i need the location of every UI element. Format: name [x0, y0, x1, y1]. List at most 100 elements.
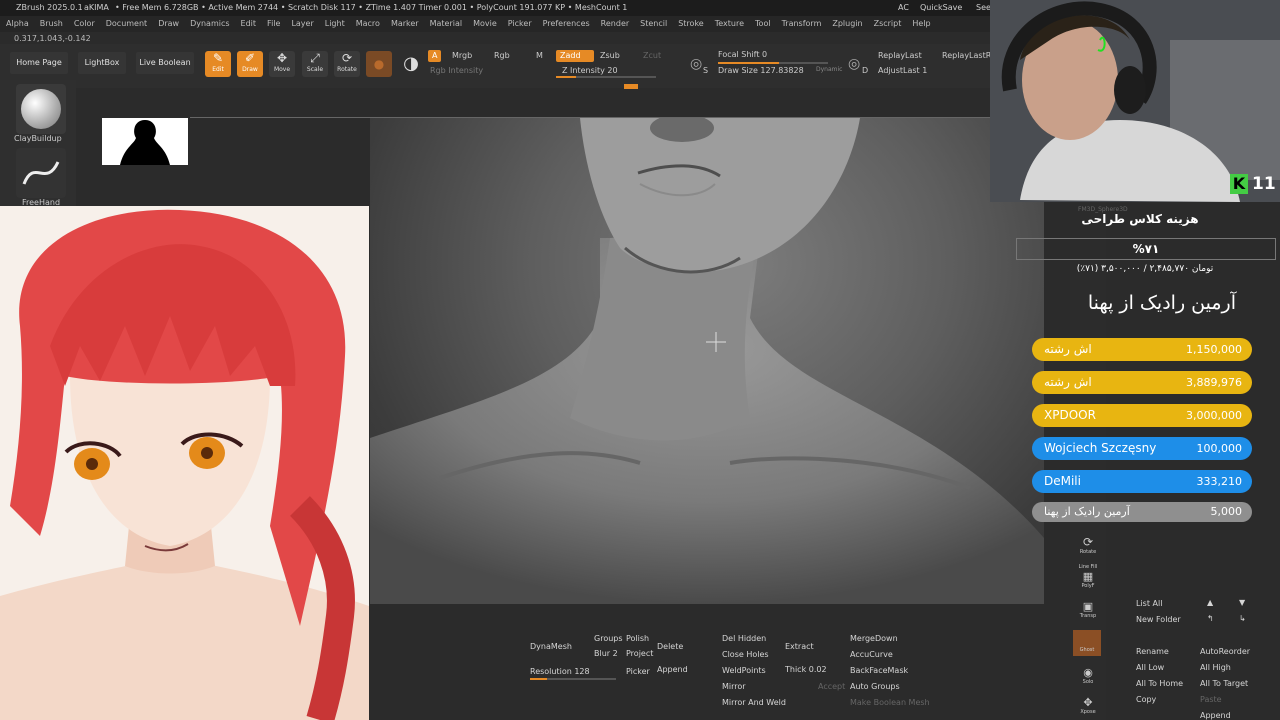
transp-shelf-button[interactable]: ▣ Transp [1076, 600, 1100, 619]
freehand-stroke[interactable] [16, 148, 66, 198]
resolution-slider[interactable]: Resolution 128 [530, 667, 590, 676]
accucurve-button[interactable]: AccuCurve [850, 650, 893, 659]
append-button[interactable]: Append [657, 665, 688, 674]
z-intensity-slider[interactable]: Z Intensity 20 [562, 66, 618, 75]
mirror-and-weld-button[interactable]: Mirror And Weld [722, 698, 786, 707]
close-holes-button[interactable]: Close Holes [722, 650, 769, 659]
zcut-toggle[interactable]: Zcut [643, 51, 661, 60]
paste-button[interactable]: Paste [1200, 695, 1222, 704]
menu-item[interactable]: Marker [385, 16, 424, 32]
groups-toggle[interactable]: Groups [594, 634, 623, 643]
menu-item[interactable]: Preferences [537, 16, 595, 32]
menu-item[interactable]: Layer [285, 16, 318, 32]
menu-item[interactable]: Color [68, 16, 100, 32]
autoreorder-button[interactable]: AutoReorder [1200, 647, 1250, 656]
scale-button[interactable]: ⤢ Scale [302, 51, 328, 77]
resolution-track[interactable] [530, 678, 616, 680]
menu-item[interactable]: File [261, 16, 285, 32]
menu-item[interactable]: Macro [350, 16, 385, 32]
mergedown-button[interactable]: MergeDown [850, 634, 898, 643]
material-swatch[interactable]: ● [366, 51, 392, 77]
see-button[interactable]: See [976, 0, 991, 16]
m-toggle[interactable]: M [536, 51, 543, 60]
weldpoints-button[interactable]: WeldPoints [722, 666, 766, 675]
menu-item[interactable]: Brush [34, 16, 68, 32]
sculpt-canvas[interactable] [370, 118, 1044, 604]
live-boolean-button[interactable]: Live Boolean [136, 52, 194, 74]
edit-button[interactable]: ✎ Edit [205, 51, 231, 77]
linefill-shelf-button[interactable]: Line Fill ▦ PolyF [1074, 564, 1102, 589]
menu-item[interactable]: Stroke [672, 16, 709, 32]
lightbox-button[interactable]: LightBox [78, 52, 126, 74]
solo-shelf-button[interactable]: ◉ Solo [1076, 666, 1100, 685]
slider-handle[interactable] [624, 84, 638, 89]
rgb-intensity-slider[interactable]: Rgb Intensity [430, 66, 483, 75]
menu-item[interactable]: Material [424, 16, 468, 32]
arrow-forward-icon[interactable]: ↳ [1239, 614, 1246, 623]
adjustlast-slider[interactable]: AdjustLast 1 [878, 66, 927, 75]
polish-toggle[interactable]: Polish [626, 634, 649, 643]
all-low-button[interactable]: All Low [1136, 663, 1164, 672]
arrow-back-icon[interactable]: ↰ [1207, 614, 1214, 623]
move-button[interactable]: ✥ Move [269, 51, 295, 77]
arrow-down-icon[interactable]: ▼ [1239, 598, 1245, 607]
menu-item[interactable]: Transform [776, 16, 827, 32]
menu-item[interactable]: Dynamics [184, 16, 234, 32]
auto-groups-button[interactable]: Auto Groups [850, 682, 900, 691]
extract-button[interactable]: Extract [785, 642, 814, 651]
copy-button[interactable]: Copy [1136, 695, 1156, 704]
new-folder-button[interactable]: New Folder [1136, 615, 1181, 624]
menu-item[interactable]: Tool [749, 16, 776, 32]
zsub-toggle[interactable]: Zsub [600, 51, 620, 60]
texture-swatch[interactable]: ◑ [398, 51, 424, 77]
make-boolean-mesh-button[interactable]: Make Boolean Mesh [850, 698, 930, 707]
zadd-toggle[interactable]: Zadd [556, 50, 594, 62]
dynamesh-button[interactable]: DynaMesh [530, 642, 572, 651]
all-to-home-button[interactable]: All To Home [1136, 679, 1183, 688]
all-high-button[interactable]: All High [1200, 663, 1231, 672]
menu-item[interactable]: Movie [467, 16, 502, 32]
menu-item[interactable]: Picker [502, 16, 537, 32]
menu-item[interactable]: Texture [709, 16, 749, 32]
rotate-button[interactable]: ⟳ Rotate [334, 51, 360, 77]
mrgb-toggle[interactable]: Mrgb [452, 51, 472, 60]
arrow-up-icon[interactable]: ▲ [1207, 598, 1213, 607]
a-toggle[interactable]: A [428, 50, 442, 62]
menu-item[interactable]: Edit [235, 16, 262, 32]
focal-shift-slider[interactable]: Focal Shift 0 [718, 50, 767, 59]
xpose-shelf-button[interactable]: ✥ Xpose [1076, 696, 1100, 715]
ac-button[interactable]: AC [898, 0, 909, 16]
blur-slider[interactable]: Blur 2 [594, 649, 618, 658]
dynamic-toggle[interactable]: Dynamic [816, 66, 842, 73]
menu-item[interactable]: Document [100, 16, 152, 32]
rename-button[interactable]: Rename [1136, 647, 1169, 656]
canvas-thumbnail[interactable] [102, 118, 188, 165]
menu-item[interactable]: Zscript [868, 16, 907, 32]
menu-item[interactable]: Draw [152, 16, 184, 32]
thick-slider[interactable]: Thick 0.02 [785, 665, 827, 674]
mirror-button[interactable]: Mirror [722, 682, 746, 691]
home-page-button[interactable]: Home Page [10, 52, 68, 74]
menu-item[interactable]: Light [319, 16, 350, 32]
menu-item[interactable]: Stencil [634, 16, 672, 32]
z-intensity-track[interactable] [556, 76, 656, 78]
rgb-toggle[interactable]: Rgb [494, 51, 510, 60]
picker-button[interactable]: Picker [626, 667, 650, 676]
append-subtool-button[interactable]: Append [1200, 711, 1231, 720]
accept-button[interactable]: Accept [818, 682, 845, 691]
menu-item[interactable]: Render [595, 16, 634, 32]
replaylast-button[interactable]: ReplayLast [878, 51, 922, 60]
project-toggle[interactable]: Project [626, 649, 653, 658]
menu-item[interactable]: Help [906, 16, 935, 32]
menu-item[interactable]: Zplugin [826, 16, 867, 32]
delete-button[interactable]: Delete [657, 642, 683, 651]
ghost-shelf-button[interactable]: Ghost [1073, 630, 1101, 656]
menu-item[interactable]: Alpha [0, 16, 34, 32]
draw-button[interactable]: ✐ Draw [237, 51, 263, 77]
focal-shift-track[interactable] [718, 62, 828, 64]
rotate-shelf-button[interactable]: ⟳ Rotate [1076, 535, 1100, 555]
all-to-target-button[interactable]: All To Target [1200, 679, 1248, 688]
del-hidden-button[interactable]: Del Hidden [722, 634, 766, 643]
claybuildup-brush[interactable] [16, 84, 66, 134]
draw-size-slider[interactable]: Draw Size 127.83828 [718, 66, 804, 75]
